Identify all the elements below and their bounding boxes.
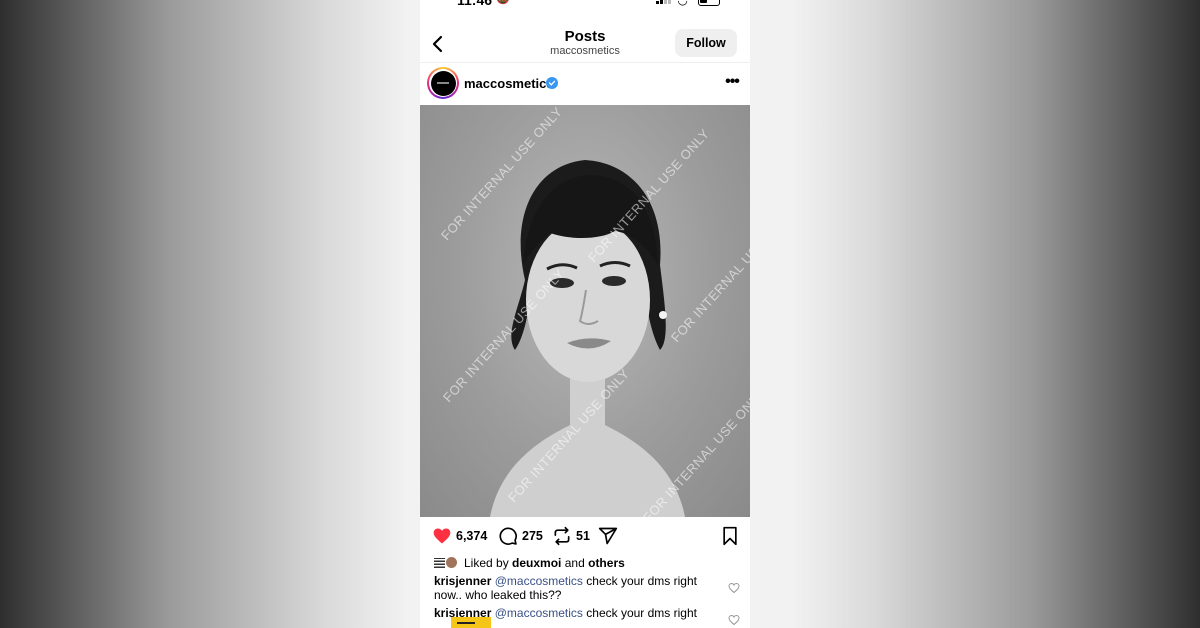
repost-icon: [554, 526, 570, 546]
wifi-icon: ◡: [678, 0, 688, 7]
liked-by-row[interactable]: Liked by deuxmoi and others: [434, 556, 625, 570]
comment-icon: [499, 527, 517, 545]
battery-icon: [698, 0, 720, 6]
status-time: 11:46: [457, 0, 493, 8]
post-username[interactable]: maccosmetics: [464, 76, 554, 91]
post-header: maccosmetics •••: [420, 64, 750, 104]
liked-by-user: deuxmoi: [512, 556, 562, 570]
comment-button[interactable]: 275: [498, 526, 543, 546]
signal-icon: [656, 0, 671, 4]
heart-outline-icon[interactable]: [728, 582, 740, 594]
share-button[interactable]: [598, 526, 618, 546]
overlay-badge: [451, 617, 491, 628]
comment-text: check your dms right: [586, 606, 697, 620]
bookmark-icon[interactable]: [720, 526, 740, 546]
comment-mention[interactable]: @maccosmetics: [495, 606, 583, 620]
follow-button[interactable]: Follow: [675, 29, 737, 57]
like-button[interactable]: 6,374: [432, 526, 487, 546]
comment-user[interactable]: krisjenner: [434, 574, 491, 588]
comment-item: krisjenner @maccosmetics check your dms …: [434, 574, 716, 602]
comment-mention[interactable]: @maccosmetics: [495, 574, 583, 588]
posts-header: Posts maccosmetics Follow: [420, 26, 750, 62]
verified-badge-icon: [546, 77, 558, 89]
liked-by-others: others: [588, 556, 625, 570]
avatar[interactable]: [427, 67, 459, 99]
liked-by-avatars: [434, 556, 460, 570]
post-actions: 6,374 275 51: [420, 522, 750, 552]
status-bar: 11:46 🔕 ◡: [420, 0, 750, 10]
liked-by-prefix: Liked by: [464, 556, 509, 570]
heart-filled-icon: [433, 528, 451, 544]
more-options-icon[interactable]: •••: [722, 73, 742, 93]
heart-outline-icon[interactable]: [728, 614, 740, 626]
phone-screen: 11:46 🔕 ◡ Posts maccosmetics Follow macc…: [420, 0, 750, 628]
like-count: 6,374: [456, 529, 488, 543]
header-divider: [420, 62, 750, 63]
liked-by-and: and: [564, 556, 585, 570]
share-send-icon: [598, 527, 618, 545]
repost-button[interactable]: 51: [552, 526, 590, 546]
comment-count: 275: [522, 529, 543, 543]
silent-bell-icon: 🔕: [496, 0, 510, 5]
post-image[interactable]: FOR INTERNAL USE ONLY FOR INTERNAL USE O…: [420, 105, 750, 517]
repost-count: 51: [576, 529, 590, 543]
